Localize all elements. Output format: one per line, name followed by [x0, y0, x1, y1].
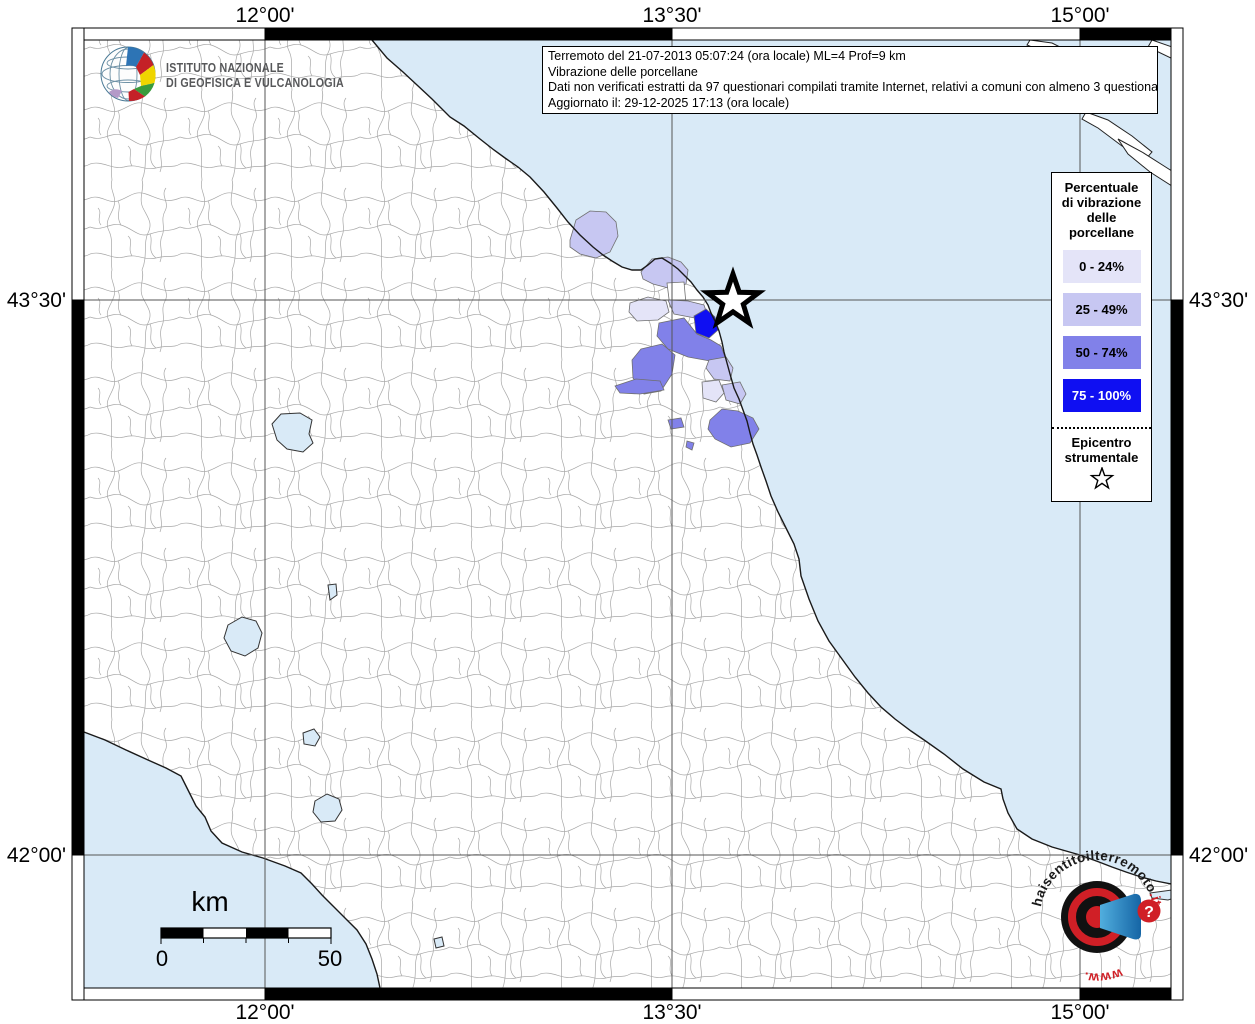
axis-label-bottom-15: 15°00': [1050, 1001, 1109, 1024]
scale-unit-label: km: [191, 886, 228, 918]
legend-star-wrap: [1052, 467, 1151, 497]
ingv-globe-icon: [98, 44, 158, 104]
scale-end-label: 50: [318, 946, 342, 972]
axis-label-right-42: 42°00': [1189, 844, 1248, 868]
legend-title-line: porcellane: [1052, 225, 1151, 240]
muni-50-74: [668, 418, 684, 429]
event-title: Terremoto del 21-07-2013 05:07:24 (ora l…: [548, 49, 1152, 65]
axis-label-bottom-13-30: 13°30': [642, 1001, 701, 1024]
legend-title-line: delle: [1052, 210, 1151, 225]
axis-label-bottom-12: 12°00': [235, 1001, 294, 1024]
legend-epicenter-line: Epicentro: [1052, 435, 1151, 450]
legend-class-0-24: 0 - 24%: [1063, 250, 1141, 283]
legend-title: Percentuale di vibrazione delle porcella…: [1052, 180, 1151, 240]
ingv-wordmark-line2: DI GEOFISICA E VULCANOLOGIA: [166, 75, 344, 90]
legend-class-25-49: 25 - 49%: [1063, 293, 1141, 326]
event-updated-at: Aggiornato il: 29-12-2025 17:13 (ora loc…: [548, 96, 1152, 112]
ingv-wordmark: ISTITUTO NAZIONALE DI GEOFISICA E VULCAN…: [166, 60, 344, 90]
legend-separator: [1052, 427, 1151, 429]
scale-start-label: 0: [156, 946, 168, 972]
legend-title-line: Percentuale: [1052, 180, 1151, 195]
legend-epicenter-star-icon: [1089, 467, 1115, 492]
macroseismic-map-page: ? haisentitoilterremoto.it www.: [0, 0, 1255, 1024]
axis-label-right-43-30: 43°30': [1189, 289, 1248, 313]
map-interior: ? haisentitoilterremoto.it www.: [84, 40, 1180, 988]
event-question: Vibrazione delle porcellane: [548, 65, 1152, 81]
axis-label-left-43-30: 43°30': [4, 289, 66, 313]
axis-label-top-15: 15°00': [1050, 4, 1109, 28]
legend-epicenter-line: strumentale: [1052, 450, 1151, 465]
legend: Percentuale di vibrazione delle porcella…: [1051, 172, 1152, 502]
legend-epicenter-label: Epicentro strumentale: [1052, 435, 1151, 465]
legend-class-50-74: 50 - 74%: [1063, 336, 1141, 369]
event-info-box: Terremoto del 21-07-2013 05:07:24 (ora l…: [542, 46, 1158, 114]
axis-label-top-12: 12°00': [235, 4, 294, 28]
lake-albano: [434, 937, 444, 948]
ingv-wordmark-line1: ISTITUTO NAZIONALE: [166, 60, 344, 75]
legend-class-75-100: 75 - 100%: [1063, 379, 1141, 412]
legend-title-line: di vibrazione: [1052, 195, 1151, 210]
ingv-logo: ISTITUTO NAZIONALE DI GEOFISICA E VULCAN…: [98, 44, 338, 104]
axis-label-top-13-30: 13°30': [642, 4, 701, 28]
axis-label-left-42: 42°00': [4, 844, 66, 868]
map-canvas: ? haisentitoilterremoto.it www.: [0, 0, 1255, 1024]
event-disclaimer: Dati non verificati estratti da 97 quest…: [548, 80, 1152, 96]
